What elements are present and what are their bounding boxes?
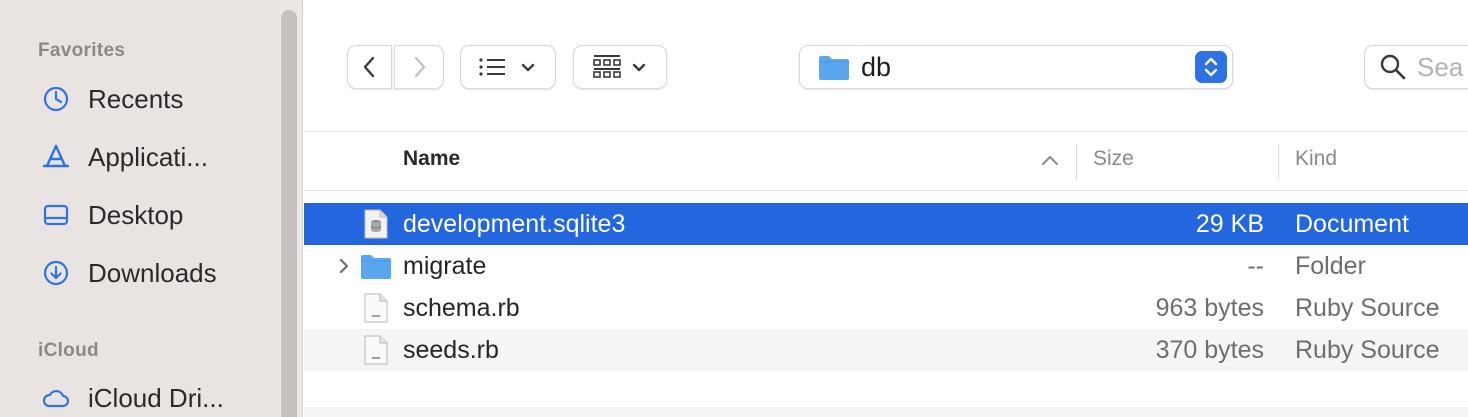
sidebar-divider — [302, 0, 303, 417]
search-input[interactable]: Sea — [1417, 52, 1463, 83]
ruby-file-icon — [359, 291, 393, 325]
file-kind: Document — [1295, 209, 1409, 238]
path-label: db — [861, 51, 892, 82]
file-kind: Folder — [1295, 251, 1366, 280]
sqlite-document-icon — [359, 207, 393, 241]
file-size: -- — [1247, 251, 1264, 280]
search-icon — [1380, 54, 1406, 80]
file-name: development.sqlite3 — [403, 209, 626, 238]
file-row-migrate[interactable]: migrate -- Folder — [304, 245, 1468, 287]
grid-view-icon — [593, 55, 621, 78]
desktop-icon — [38, 197, 74, 233]
folder-icon — [359, 249, 393, 283]
forward-button[interactable] — [394, 45, 444, 89]
downloads-icon — [38, 255, 74, 291]
chevron-down-icon — [632, 63, 646, 72]
chevron-right-icon — [414, 56, 426, 78]
applications-icon — [38, 139, 74, 175]
sidebar-item-label: Desktop — [88, 199, 184, 230]
search-field[interactable]: Sea — [1364, 45, 1468, 89]
file-kind: Ruby Source — [1295, 293, 1440, 322]
sidebar-item-downloads[interactable]: Downloads — [38, 253, 278, 293]
back-button[interactable] — [347, 45, 392, 89]
sidebar-item-desktop[interactable]: Desktop — [38, 195, 278, 235]
list-view-icon — [479, 58, 505, 76]
chevron-left-icon — [363, 56, 374, 78]
clock-icon — [38, 81, 74, 117]
sidebar-item-label: Applicati... — [88, 141, 208, 172]
sidebar: Favorites Recents Applicati... Desktop D… — [0, 0, 302, 417]
list-view-button[interactable] — [460, 45, 556, 89]
disclosure-triangle-icon[interactable] — [334, 254, 354, 278]
header-divider-bottom — [304, 190, 1468, 191]
folder-icon — [819, 56, 849, 80]
column-header-kind[interactable]: Kind — [1295, 147, 1337, 171]
file-size: 370 bytes — [1155, 335, 1264, 364]
header-divider-top — [304, 131, 1468, 132]
sidebar-scrollbar[interactable] — [281, 10, 297, 417]
file-row-seeds-rb[interactable]: seeds.rb 370 bytes Ruby Source — [304, 329, 1468, 371]
file-row-development-sqlite3[interactable]: development.sqlite3 29 KB Document — [304, 203, 1468, 245]
cloud-icon — [38, 380, 74, 416]
column-header-name[interactable]: Name — [403, 147, 460, 171]
sidebar-item-icloud-drive[interactable]: iCloud Dri... — [38, 378, 278, 417]
file-kind: Ruby Source — [1295, 335, 1440, 364]
ruby-file-icon — [359, 333, 393, 367]
empty-row — [304, 407, 1468, 417]
sort-ascending-icon[interactable] — [1040, 152, 1060, 168]
file-size: 963 bytes — [1155, 293, 1264, 322]
file-size: 29 KB — [1195, 209, 1264, 238]
file-name: migrate — [403, 251, 487, 280]
file-name: seeds.rb — [403, 335, 499, 364]
sidebar-item-label: Downloads — [88, 257, 217, 288]
column-header-size[interactable]: Size — [1093, 147, 1134, 171]
chevron-down-icon — [521, 63, 535, 72]
grid-view-button[interactable] — [573, 45, 667, 89]
column-separator[interactable] — [1076, 144, 1077, 180]
file-row-schema-rb[interactable]: schema.rb 963 bytes Ruby Source — [304, 287, 1468, 329]
sidebar-item-applications[interactable]: Applicati... — [38, 137, 278, 177]
updown-chevron-icon — [1204, 57, 1218, 77]
sidebar-item-label: iCloud Dri... — [88, 382, 224, 413]
sidebar-item-recents[interactable]: Recents — [38, 79, 278, 119]
path-popup[interactable]: db — [799, 45, 1233, 89]
file-name: schema.rb — [403, 293, 520, 322]
column-separator[interactable] — [1278, 144, 1279, 180]
sidebar-item-label: Recents — [88, 83, 184, 114]
icloud-section-title: iCloud — [38, 340, 99, 361]
path-stepper[interactable] — [1195, 51, 1227, 83]
favorites-section-title: Favorites — [38, 40, 126, 61]
